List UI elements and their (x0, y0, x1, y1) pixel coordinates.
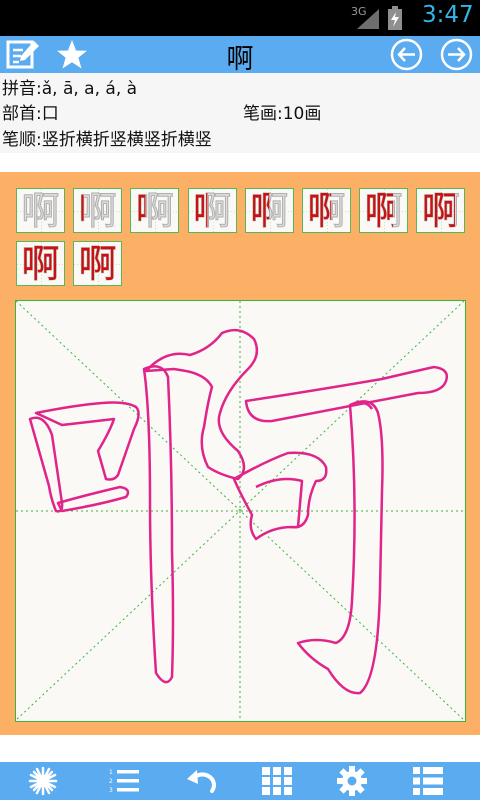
radical-row: 部首:口 (2, 99, 59, 124)
pinyin-value: ǎ, ā, a, á, à (41, 79, 138, 99)
pinyin-row: 拼音:ǎ, ā, a, á, à (2, 74, 137, 99)
stroke-thumbnail[interactable]: 啊啊 (187, 188, 237, 233)
settings-button[interactable] (322, 762, 382, 800)
status-bar: 3G 3:47 (0, 0, 480, 36)
thumbnail-revealed-strokes: 啊 (21, 242, 60, 286)
stroke-order-row: 笔顺:竖折横折竖横竖折横竖 (2, 125, 212, 150)
grid-icon (262, 767, 292, 795)
list-icon (413, 767, 443, 795)
arrow-right-icon[interactable] (440, 38, 473, 71)
stroke-order-value: 竖折横折竖横竖折横竖 (41, 130, 212, 150)
stroke-count-value: 10画 (282, 104, 322, 124)
svg-text:3: 3 (109, 787, 113, 794)
stroke-8 (255, 477, 304, 528)
stroke-thumbnail[interactable]: 啊啊 (16, 188, 65, 233)
character-strokes (28, 328, 448, 695)
pinyin-label: 拼音: (2, 79, 42, 99)
radical-value: 口 (41, 104, 59, 124)
bottom-toolbar: 1 2 3 (0, 762, 480, 800)
stroke-7 (232, 451, 328, 541)
battery-charging-icon (388, 6, 402, 30)
writing-canvas[interactable] (15, 300, 466, 722)
svg-text:1: 1 (109, 769, 113, 776)
stroke-order-label: 笔顺: (2, 130, 42, 150)
stroke-1 (28, 416, 64, 513)
character-info: 拼音:ǎ, ā, a, á, à 部首:口 笔画:10画 笔顺:竖折横折竖横竖折… (0, 73, 480, 153)
arrow-left-icon[interactable] (390, 38, 423, 71)
stroke-9 (296, 400, 384, 695)
starburst-icon (28, 766, 58, 796)
stroke-thumbnail[interactable]: 啊啊 (244, 188, 294, 233)
thumbnail-ghost-character: 啊 (21, 189, 60, 233)
stroke-count-label: 笔画: (243, 104, 283, 124)
grid-button[interactable] (247, 762, 307, 800)
stroke-thumbnail[interactable]: 啊啊 (73, 241, 123, 286)
stroke-thumbnail[interactable]: 啊啊 (359, 188, 409, 233)
numbered-list-icon: 1 2 3 (109, 769, 139, 794)
title-bar: 啊 (0, 36, 480, 75)
clock: 3:47 (422, 2, 474, 28)
stroke-thumbnail[interactable]: 啊啊 (73, 188, 123, 233)
stroke-thumbnail[interactable]: 啊啊 (130, 188, 180, 233)
stroke-5 (142, 365, 175, 684)
effects-button[interactable] (13, 762, 73, 800)
svg-text:2: 2 (109, 778, 113, 785)
character-outline (16, 301, 464, 720)
stroke-2 (34, 401, 140, 481)
stroke-count-row: 笔画:10画 (243, 99, 321, 124)
undo-button[interactable] (171, 762, 231, 800)
undo-icon (187, 770, 216, 793)
stroke-order-list-button[interactable]: 1 2 3 (94, 762, 154, 800)
radical-label: 部首: (2, 104, 42, 124)
stroke-6 (244, 365, 448, 423)
menu-button[interactable] (398, 762, 458, 800)
stroke-thumbnail[interactable]: 啊啊 (302, 188, 351, 233)
settings-icon (337, 766, 367, 796)
stroke-3 (56, 485, 130, 513)
stroke-thumbnail[interactable]: 啊啊 (16, 241, 65, 286)
thumbnail-revealed-strokes: 啊 (78, 242, 117, 286)
stroke-thumbnail[interactable]: 啊啊 (416, 188, 466, 233)
signal-icon (357, 9, 379, 29)
